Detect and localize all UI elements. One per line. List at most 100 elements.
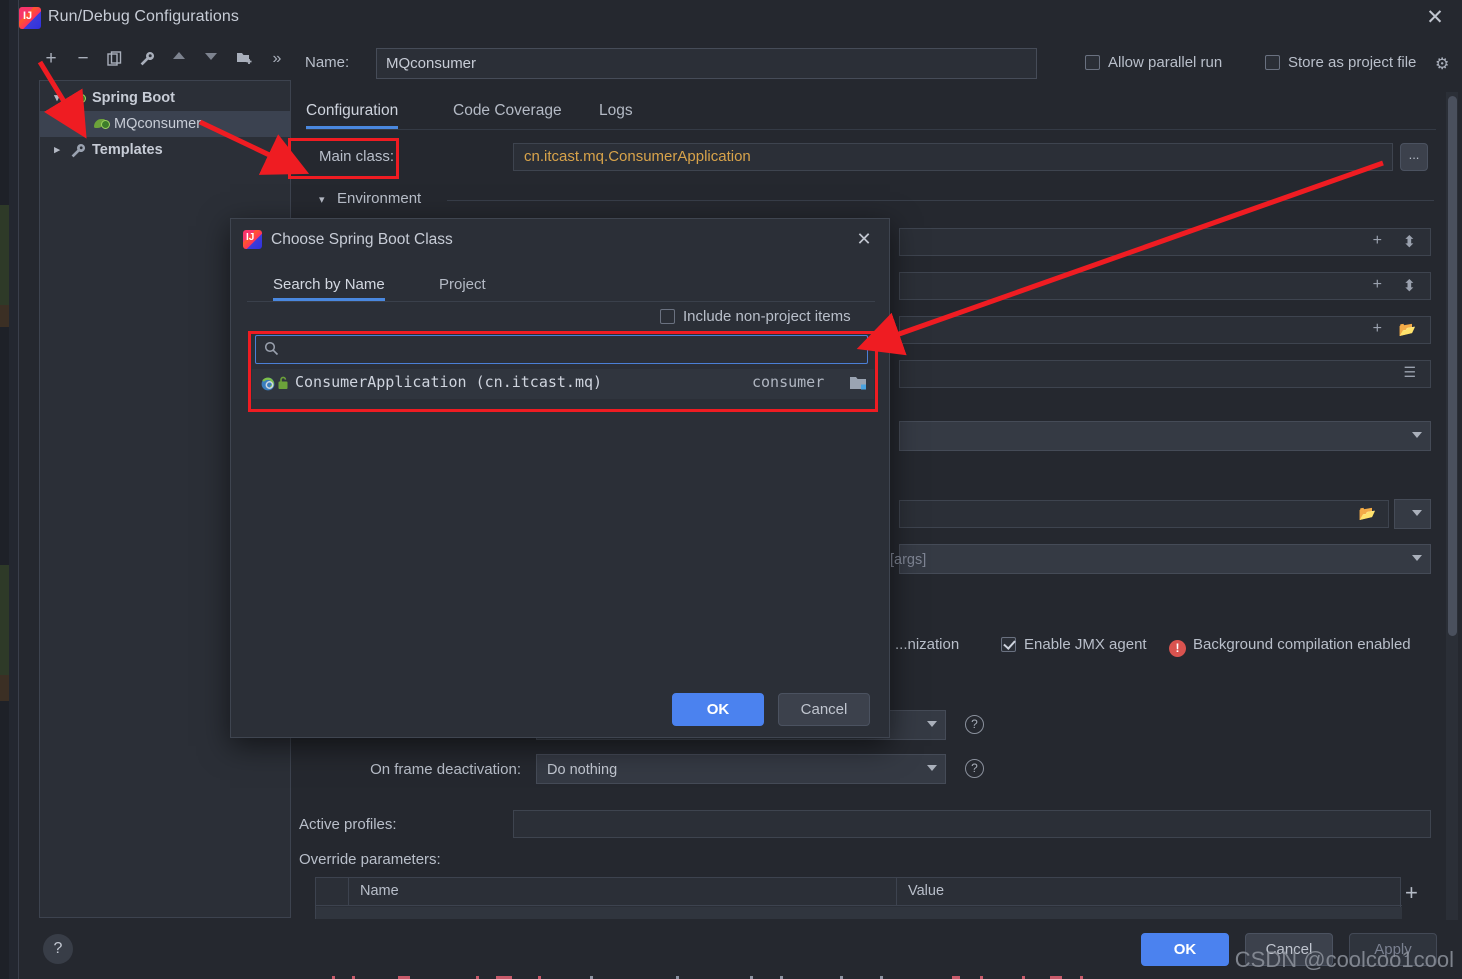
environment-label: Environment	[337, 190, 422, 207]
chevron-double-right-icon[interactable]: »	[263, 44, 291, 74]
dialog-tabs: Search by Name Project	[247, 271, 875, 301]
dialog-title: Choose Spring Boot Class	[271, 231, 453, 248]
window-title: Run/Debug Configurations	[48, 8, 239, 25]
vm-options-field[interactable]: + ⬍	[899, 228, 1431, 256]
add-parameter-button[interactable]: +	[1405, 880, 1418, 906]
class-search-input[interactable]	[255, 335, 868, 364]
folder-add-icon[interactable]	[231, 44, 259, 74]
include-non-project-items-checkbox[interactable]: Include non-project items	[660, 308, 1445, 325]
close-icon[interactable]: ✕	[851, 227, 877, 253]
copy-icon[interactable]	[101, 44, 129, 74]
shorten-command-line-field[interactable]: 📂	[899, 500, 1389, 528]
chevron-down-icon	[927, 765, 937, 771]
checkbox-box	[1085, 55, 1100, 70]
args-placeholder: [args]	[890, 552, 927, 568]
environment-section-header[interactable]: ▾ Environment	[319, 190, 1434, 210]
choose-spring-boot-class-dialog: Choose Spring Boot Class ✕ Search by Nam…	[230, 218, 890, 738]
tree-item-templates[interactable]: ▸ Templates	[40, 137, 290, 163]
background-editor-strip	[0, 205, 9, 305]
on-frame-deactivation-value: Do nothing	[547, 762, 618, 778]
override-parameters-label: Override parameters:	[299, 851, 441, 868]
chevron-down-icon[interactable]: ▾	[319, 193, 325, 206]
chevron-down-icon[interactable]: ▾	[50, 85, 64, 111]
tabs-divider	[306, 129, 1436, 130]
question-circle-icon[interactable]: ?	[965, 759, 984, 778]
background-editor-strip	[0, 565, 9, 675]
arrow-up-icon[interactable]	[165, 44, 193, 74]
folder-icon[interactable]: 📂	[1359, 505, 1376, 522]
search-icon	[264, 341, 279, 356]
browse-main-class-button[interactable]: ...	[1400, 143, 1428, 171]
public-lock-icon	[277, 376, 289, 390]
right-panel-scrollbar-thumb[interactable]	[1448, 96, 1457, 636]
configuration-tabs: Configuration Code Coverage Logs	[306, 96, 1436, 129]
wrench-icon[interactable]	[133, 44, 161, 74]
tree-item-mqconsumer[interactable]: MQconsumer	[40, 111, 290, 137]
expand-icon[interactable]: ⬍	[1403, 232, 1416, 252]
module-icon	[850, 376, 867, 390]
watermark: CSDN @coolcoo1cool	[1234, 947, 1454, 972]
column-divider	[348, 878, 349, 906]
question-circle-icon[interactable]: ?	[965, 715, 984, 734]
dialog-tabs-divider	[247, 301, 875, 302]
list-icon[interactable]: ☰	[1403, 364, 1416, 381]
dialog-cancel-button[interactable]: Cancel	[778, 693, 870, 726]
list-item-label: ConsumerApplication (cn.itcast.mq)	[295, 373, 603, 391]
allow-parallel-run-label: Allow parallel run	[1108, 54, 1223, 71]
override-parameters-table[interactable]: Name Value	[315, 877, 1402, 919]
table-header-row: Name Value	[316, 878, 1402, 906]
dialog-ok-button[interactable]: OK	[672, 693, 764, 726]
chevron-right-icon[interactable]: ▸	[50, 137, 64, 163]
tab-configuration[interactable]: Configuration	[306, 96, 399, 129]
enable-jmx-agent-label: Enable JMX agent	[1024, 636, 1147, 653]
list-item[interactable]: ConsumerApplication (cn.itcast.mq) consu…	[252, 369, 874, 399]
table-column-name: Name	[360, 883, 399, 899]
active-profiles-input[interactable]	[513, 810, 1431, 838]
tab-logs[interactable]: Logs	[599, 96, 633, 129]
args-select[interactable]: [args]	[890, 544, 1431, 574]
screen: Run/Debug Configurations ✕ + − »	[0, 0, 1462, 979]
program-arguments-field[interactable]: + ⬍	[899, 272, 1431, 300]
chevron-down-icon	[927, 721, 937, 727]
tree-item-label: MQconsumer	[114, 116, 202, 132]
wrench-icon	[70, 142, 87, 159]
help-button[interactable]: ?	[43, 934, 73, 964]
plus-icon[interactable]: +	[1373, 232, 1382, 250]
background-editor-gutter	[9, 0, 18, 979]
arrow-down-icon[interactable]	[197, 44, 225, 74]
expand-icon[interactable]: ⬍	[1403, 276, 1416, 296]
tab-code-coverage[interactable]: Code Coverage	[453, 96, 562, 129]
warning-icon: !	[1169, 640, 1186, 657]
background-editor-strip	[0, 305, 9, 327]
store-as-project-file-label: Store as project file	[1288, 54, 1417, 71]
allow-parallel-run-checkbox[interactable]: Allow parallel run	[1085, 54, 1222, 71]
tree-item-label: Spring Boot	[92, 90, 175, 106]
plus-icon[interactable]: +	[1373, 276, 1382, 294]
name-input[interactable]	[376, 48, 1037, 79]
jre-select[interactable]	[899, 421, 1431, 451]
tab-project[interactable]: Project	[439, 271, 486, 301]
window-titlebar: Run/Debug Configurations ✕	[19, 0, 1462, 38]
minus-icon[interactable]: −	[69, 44, 97, 74]
list-item-module: consumer	[752, 373, 825, 391]
environment-variables-field[interactable]: ☰	[899, 360, 1431, 388]
spring-boot-icon	[94, 116, 111, 133]
optimization-label: ...nization	[895, 636, 960, 653]
table-body	[316, 907, 1402, 919]
enable-jmx-agent-checkbox[interactable]: Enable JMX agent	[1001, 636, 1147, 653]
tree-item-spring-boot[interactable]: ▾ Spring Boot	[40, 85, 290, 111]
chevron-down-icon	[1412, 510, 1422, 516]
shorten-command-line-dropdown[interactable]	[1394, 499, 1431, 529]
ok-button[interactable]: OK	[1141, 933, 1229, 966]
tab-search-by-name[interactable]: Search by Name	[273, 271, 385, 301]
plus-icon[interactable]: +	[37, 44, 65, 74]
background-compilation-label: Background compilation enabled	[1193, 636, 1411, 653]
on-frame-deactivation-select[interactable]: Do nothing	[536, 754, 946, 784]
close-icon[interactable]: ✕	[1422, 6, 1448, 32]
intellij-logo-icon	[243, 230, 262, 249]
name-label: Name:	[305, 54, 350, 71]
store-as-project-file-checkbox[interactable]: Store as project file	[1265, 54, 1416, 71]
gear-icon[interactable]: ⚙	[1435, 54, 1449, 74]
main-class-value: cn.itcast.mq.ConsumerApplication	[524, 148, 751, 165]
table-column-value: Value	[908, 883, 945, 899]
